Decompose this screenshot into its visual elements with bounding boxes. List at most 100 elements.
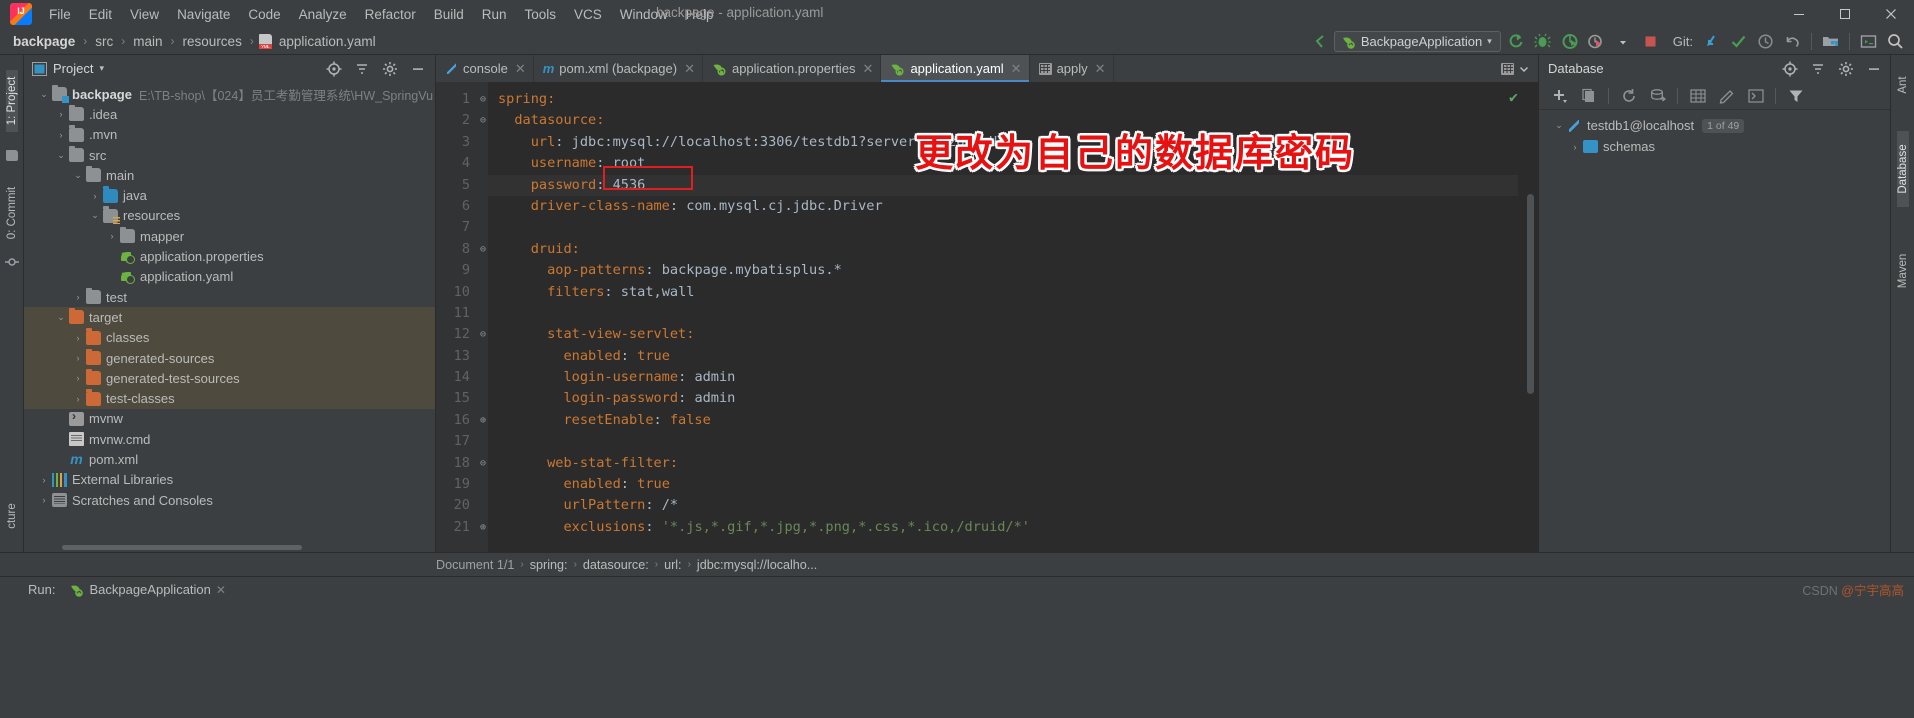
- project-structure-button[interactable]: [1818, 30, 1843, 53]
- tree-row[interactable]: ⌄ main: [24, 165, 435, 185]
- editor-tab[interactable]: m pom.xml (backpage) ✕: [534, 55, 703, 82]
- jump-to-console-icon[interactable]: [1743, 84, 1768, 107]
- table-icon[interactable]: [1501, 62, 1514, 75]
- dropdown-caret-icon[interactable]: [1611, 30, 1636, 53]
- profiler-button[interactable]: [1584, 30, 1609, 53]
- tool-tab-structure[interactable]: cture: [6, 482, 18, 550]
- breadcrumb-resources[interactable]: resources: [180, 33, 245, 50]
- tree-expand-arrow[interactable]: ›: [70, 292, 86, 302]
- fold-marker[interactable]: ⊕: [476, 517, 490, 538]
- close-icon[interactable]: ✕: [863, 61, 874, 77]
- tree-row[interactable]: application.yaml: [24, 267, 435, 287]
- settings-icon[interactable]: [1833, 57, 1858, 80]
- stop-button[interactable]: [1638, 30, 1663, 53]
- menu-refactor[interactable]: Refactor: [356, 4, 425, 25]
- close-icon[interactable]: ✕: [216, 583, 226, 597]
- editor-tab[interactable]: apply ✕: [1030, 55, 1114, 82]
- tree-row[interactable]: › .mvn: [24, 125, 435, 145]
- debug-button[interactable]: [1530, 30, 1555, 53]
- refresh-icon[interactable]: [1616, 84, 1641, 107]
- inspection-status-icon[interactable]: ✔: [1509, 87, 1518, 108]
- status-breadcrumb-spring[interactable]: spring:: [530, 558, 568, 572]
- sync-icon[interactable]: [1645, 84, 1670, 107]
- git-rollback-button[interactable]: [1780, 30, 1805, 53]
- hide-icon[interactable]: [405, 57, 430, 80]
- table-icon[interactable]: [1685, 84, 1710, 107]
- fold-marker[interactable]: ⊕: [476, 410, 490, 431]
- status-breadcrumb-value[interactable]: jdbc:mysql://localho...: [697, 558, 817, 572]
- menu-tools[interactable]: Tools: [516, 4, 566, 25]
- close-icon[interactable]: ✕: [1011, 61, 1022, 77]
- tree-expand-arrow[interactable]: ›: [70, 373, 86, 383]
- tree-expand-arrow[interactable]: ⌄: [1551, 120, 1567, 131]
- menu-build[interactable]: Build: [425, 4, 473, 25]
- db-tree-row[interactable]: › schemas: [1539, 136, 1890, 157]
- run-configuration-selector[interactable]: BackpageApplication ▾: [1333, 31, 1501, 52]
- chevron-down-icon[interactable]: ▾: [1487, 36, 1492, 47]
- tool-tab-project[interactable]: 1: Project: [6, 70, 18, 132]
- close-icon[interactable]: ✕: [515, 61, 526, 77]
- fold-marker[interactable]: ⊖: [476, 239, 490, 260]
- tool-tab-commit[interactable]: 0: Commit: [6, 182, 18, 244]
- tree-expand-arrow[interactable]: ⌄: [87, 210, 103, 221]
- tree-row[interactable]: m pom.xml: [24, 449, 435, 469]
- tree-row[interactable]: mvnw: [24, 409, 435, 429]
- chevron-down-icon[interactable]: [1518, 63, 1530, 75]
- edit-icon[interactable]: [1714, 84, 1739, 107]
- hide-icon[interactable]: [1861, 57, 1886, 80]
- status-breadcrumb-datasource[interactable]: datasource:: [583, 558, 649, 572]
- editor-tab[interactable]: application.yaml ✕: [881, 55, 1030, 82]
- menu-run[interactable]: Run: [473, 4, 516, 25]
- tree-row[interactable]: ⌄ backpage E:\TB-shop\【024】员工考勤管理系统\HW_Spr…: [24, 84, 435, 104]
- tool-tab-database[interactable]: Database: [1897, 131, 1909, 207]
- tree-expand-arrow[interactable]: ›: [36, 495, 52, 505]
- tree-expand-arrow[interactable]: ⌄: [70, 170, 86, 181]
- breadcrumb-main[interactable]: main: [130, 33, 165, 50]
- menu-analyze[interactable]: Analyze: [290, 4, 356, 25]
- git-update-project-button[interactable]: [1699, 30, 1724, 53]
- menu-navigate[interactable]: Navigate: [168, 4, 239, 25]
- tree-row[interactable]: › generated-sources: [24, 347, 435, 369]
- tree-expand-arrow[interactable]: ⌄: [36, 89, 52, 100]
- add-icon[interactable]: [1547, 84, 1572, 107]
- settings-icon[interactable]: [377, 57, 402, 80]
- minimize-button[interactable]: [1776, 0, 1822, 28]
- editor-tab[interactable]: application.properties ✕: [703, 55, 882, 82]
- tree-expand-arrow[interactable]: ›: [104, 231, 120, 241]
- tree-row[interactable]: › .idea: [24, 104, 435, 124]
- tree-row[interactable]: › External Libraries: [24, 470, 435, 490]
- editor-scrollbar[interactable]: [1527, 194, 1534, 394]
- db-tree-row[interactable]: ⌄ testdb1@localhost 1 of 49: [1539, 115, 1890, 136]
- tree-expand-arrow[interactable]: ›: [70, 353, 86, 363]
- tree-row[interactable]: › test: [24, 287, 435, 307]
- tree-expand-arrow[interactable]: ›: [36, 475, 52, 485]
- menu-edit[interactable]: Edit: [80, 4, 121, 25]
- run-with-coverage-button[interactable]: [1557, 30, 1582, 53]
- breadcrumb-backpage[interactable]: backpage: [10, 33, 78, 50]
- tool-tab-maven[interactable]: Maven: [1897, 237, 1909, 305]
- tree-expand-arrow[interactable]: ›: [70, 394, 86, 404]
- tree-row[interactable]: › generated-test-sources: [24, 368, 435, 389]
- tree-expand-arrow[interactable]: ›: [53, 109, 69, 119]
- tree-row[interactable]: application.properties: [24, 246, 435, 266]
- tree-expand-arrow[interactable]: ›: [53, 130, 69, 140]
- run-tab-backpage-application[interactable]: BackpageApplication ✕: [69, 582, 226, 597]
- fold-markers[interactable]: ⊖ ⊖ ⊖ ⊖ ⊕ ⊖ ⊕: [476, 89, 490, 538]
- code-editor[interactable]: 1 2 3 4 5 6 7 8 9 10 11 12 13 14 15 16 17 18 19 20 21 ⊖ ⊖ ⊖ ⊖ ⊕ ⊖…: [436, 82, 1538, 552]
- run-button[interactable]: [1503, 30, 1528, 53]
- menu-file[interactable]: File: [40, 4, 80, 25]
- hide-navbar-icon[interactable]: [1307, 30, 1332, 53]
- breadcrumb-application-yaml[interactable]: application.yaml: [276, 33, 379, 50]
- copy-icon[interactable]: [1576, 84, 1601, 107]
- editor-tab[interactable]: console ✕: [436, 55, 534, 82]
- tree-row[interactable]: ⌄ resources: [24, 206, 435, 226]
- fold-marker[interactable]: ⊖: [476, 89, 490, 110]
- fold-marker[interactable]: ⊖: [476, 324, 490, 345]
- tree-row[interactable]: › Scratches and Consoles: [24, 490, 435, 510]
- project-horizontal-scrollbar[interactable]: [24, 543, 435, 552]
- tree-row[interactable]: mvnw.cmd: [24, 429, 435, 449]
- tree-row[interactable]: › classes: [24, 327, 435, 348]
- breadcrumb-src[interactable]: src: [92, 33, 116, 50]
- collapse-all-icon[interactable]: [1805, 57, 1830, 80]
- fold-marker[interactable]: ⊖: [476, 453, 490, 474]
